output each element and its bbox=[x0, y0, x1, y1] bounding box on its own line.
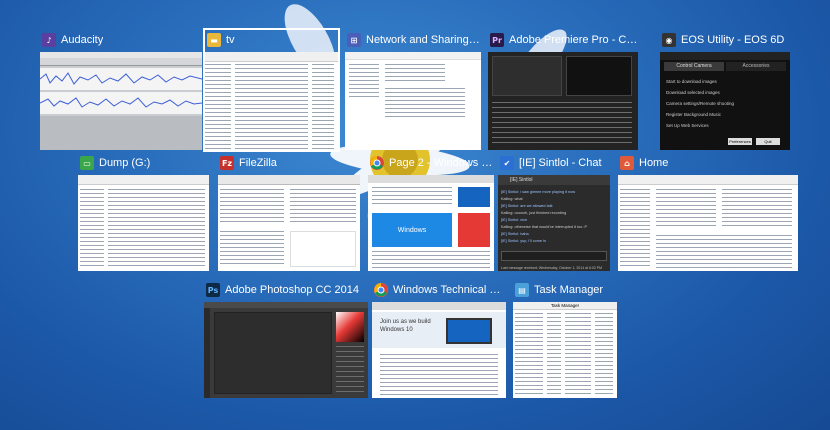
window-title-bar: ♪ Audacity bbox=[40, 30, 202, 50]
window-thumbnail bbox=[618, 175, 798, 271]
window-chrome-technical-preview[interactable]: Windows Technical Preview - Micr... Join… bbox=[372, 280, 506, 398]
chat-message: [IE] Sintlol: nice bbox=[501, 218, 528, 222]
window-title-bar: ▬ tv bbox=[205, 30, 338, 50]
eos-utility-icon: ◉ bbox=[662, 33, 676, 47]
audacity-icon: ♪ bbox=[42, 33, 56, 47]
window-title-bar: ▭ Dump (G:) bbox=[78, 153, 209, 173]
window-title-bar: ▤ Task Manager bbox=[513, 280, 617, 300]
window-eos-utility[interactable]: ◉ EOS Utility - EOS 6D Control Camera Ac… bbox=[660, 30, 790, 150]
window-title-bar: Pr Adobe Premiere Pro - C:\Users\mrseb_0… bbox=[488, 30, 638, 50]
windows-promo-tile: Windows bbox=[372, 213, 452, 247]
tab-control-camera[interactable]: Control Camera bbox=[664, 62, 724, 71]
chat-message: [IE] Sintlol: haha bbox=[501, 232, 529, 236]
eos-menu-item[interactable]: Camera settings/Remote shooting bbox=[666, 98, 784, 109]
chat-icon: ✔ bbox=[500, 156, 514, 170]
eos-quit-button[interactable]: Quit bbox=[756, 138, 780, 145]
window-dump-drive[interactable]: ▭ Dump (G:) bbox=[78, 153, 209, 271]
window-thumbnail: Control Camera Accessories Start to down… bbox=[660, 52, 790, 150]
window-adobe-premiere-pro[interactable]: Pr Adobe Premiere Pro - C:\Users\mrseb_0… bbox=[488, 30, 638, 150]
drive-icon: ▭ bbox=[80, 156, 94, 170]
window-thumbnail bbox=[205, 52, 338, 150]
window-title-bar: Windows Technical Preview - Micr... bbox=[372, 280, 506, 300]
eos-menu-item[interactable]: Register Background Music bbox=[666, 109, 784, 120]
window-title: Home bbox=[639, 157, 669, 169]
window-thumbnail bbox=[218, 175, 360, 271]
photoshop-icon: Ps bbox=[206, 283, 220, 297]
window-thumbnail: Join us as we build Windows 10 bbox=[372, 302, 506, 398]
window-thumbnail: Windows bbox=[368, 175, 494, 271]
window-thumbnail bbox=[40, 52, 202, 150]
chat-message-list: [IE] Sintlol: i saw gimme more playing i… bbox=[501, 189, 607, 245]
home-icon: ⌂ bbox=[620, 156, 634, 170]
eos-menu-item[interactable]: Start to download images bbox=[666, 76, 784, 87]
window-title: Network and Sharing Center bbox=[366, 34, 481, 46]
window-task-manager[interactable]: ▤ Task Manager Task Manager bbox=[513, 280, 617, 398]
window-title-bar: ◉ EOS Utility - EOS 6D bbox=[660, 30, 790, 50]
folder-icon: ▬ bbox=[207, 33, 221, 47]
eos-menu-list: Start to download images Download select… bbox=[666, 76, 784, 131]
window-title: tv bbox=[226, 34, 235, 46]
chat-status: Last message received: Wednesday, Octobe… bbox=[501, 266, 603, 270]
window-title: Audacity bbox=[61, 34, 104, 46]
chrome-icon bbox=[374, 283, 388, 297]
window-thumbnail bbox=[345, 52, 481, 150]
window-chrome-windows10-article[interactable]: Page 2 - Windows 10 unveiled... Windows bbox=[368, 153, 494, 271]
chat-input[interactable] bbox=[501, 251, 607, 261]
window-tv-explorer[interactable]: ▬ tv bbox=[203, 28, 340, 152]
window-thumbnail: [IE] Sintlol [IE] Sintlol: i saw gimme m… bbox=[498, 175, 610, 271]
eos-menu-item[interactable]: Download selected images bbox=[666, 87, 784, 98]
filezilla-icon: Fz bbox=[220, 156, 234, 170]
window-network-sharing-center[interactable]: ⊞ Network and Sharing Center bbox=[345, 30, 481, 150]
window-title: Dump (G:) bbox=[99, 157, 151, 169]
window-title: Adobe Photoshop CC 2014 bbox=[225, 284, 359, 296]
chat-message: Kalling: otherwise that would've interru… bbox=[501, 225, 587, 229]
eos-menu-item[interactable]: Set Up Web Services bbox=[666, 120, 784, 131]
window-title: Adobe Premiere Pro - C:\Users\mrseb_000\… bbox=[509, 34, 638, 46]
chat-message: Kalling: oooooh, just finished recording bbox=[501, 211, 567, 215]
window-thumbnail bbox=[488, 52, 638, 150]
chat-header: [IE] Sintlol bbox=[498, 175, 610, 185]
window-title: FileZilla bbox=[239, 157, 277, 169]
chat-message: [IE] Sintlol: are we allowed talk bbox=[501, 204, 553, 208]
window-title-bar: Fz FileZilla bbox=[218, 153, 360, 173]
window-title: Task Manager bbox=[534, 284, 604, 296]
window-title-bar: ⌂ Home bbox=[618, 153, 798, 173]
task-manager-title: Task Manager bbox=[513, 302, 617, 310]
window-filezilla[interactable]: Fz FileZilla bbox=[218, 153, 360, 271]
window-title-bar: Ps Adobe Photoshop CC 2014 bbox=[204, 280, 368, 300]
window-title-bar: ✔ [IE] Sintlol - Chat bbox=[498, 153, 610, 173]
window-sintlol-chat[interactable]: ✔ [IE] Sintlol - Chat [IE] Sintlol [IE] … bbox=[498, 153, 610, 271]
task-manager-icon: ▤ bbox=[515, 283, 529, 297]
network-icon: ⊞ bbox=[347, 33, 361, 47]
window-title: EOS Utility - EOS 6D bbox=[681, 34, 785, 46]
preview-headline: Join us as we build Windows 10 bbox=[380, 319, 431, 333]
chat-message: [IE] Sintlol: yup, i'll come in bbox=[501, 239, 547, 243]
window-adobe-photoshop[interactable]: Ps Adobe Photoshop CC 2014 bbox=[204, 280, 368, 398]
window-title: Page 2 - Windows 10 unveiled... bbox=[389, 157, 494, 169]
window-thumbnail: Task Manager bbox=[513, 302, 617, 398]
window-thumbnail bbox=[78, 175, 209, 271]
chat-message: [IE] Sintlol: i saw gimme more playing i… bbox=[501, 190, 576, 194]
tab-accessories[interactable]: Accessories bbox=[726, 62, 786, 71]
window-audacity[interactable]: ♪ Audacity bbox=[40, 30, 202, 150]
window-title: [IE] Sintlol - Chat bbox=[519, 157, 602, 169]
window-title-bar: ⊞ Network and Sharing Center bbox=[345, 30, 481, 50]
premiere-icon: Pr bbox=[490, 33, 504, 47]
window-home-explorer[interactable]: ⌂ Home bbox=[618, 153, 798, 271]
chat-message: Kalling: what bbox=[501, 197, 523, 201]
eos-preferences-button[interactable]: Preferences bbox=[728, 138, 752, 145]
window-thumbnail bbox=[204, 302, 368, 398]
chrome-icon bbox=[370, 156, 384, 170]
window-title-bar: Page 2 - Windows 10 unveiled... bbox=[368, 153, 494, 173]
window-title: Windows Technical Preview - Micr... bbox=[393, 284, 506, 296]
